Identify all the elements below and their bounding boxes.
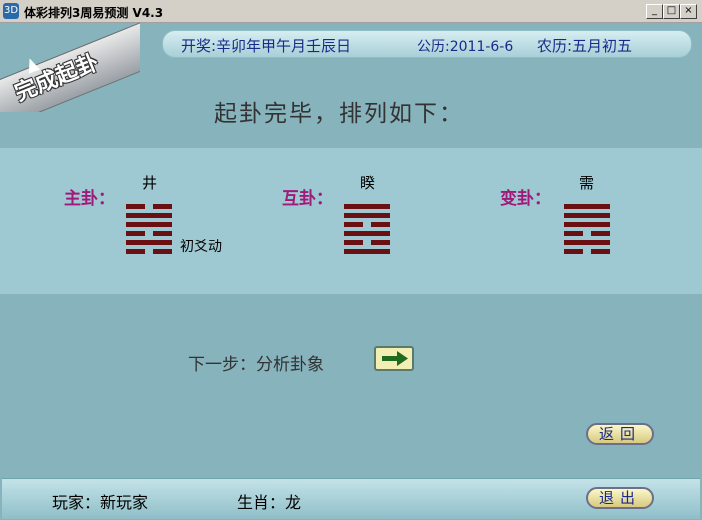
changed-hexagram [564,204,610,254]
hexagram-line [126,213,172,218]
hexagram-line [564,249,610,254]
yin-line-segment [591,231,610,236]
hexagram-line [344,204,390,209]
hexagram-line [564,240,610,245]
yin-line-segment [344,240,363,245]
yang-line-segment [344,213,390,218]
yin-line-segment [564,231,583,236]
analyze-next-button[interactable] [374,346,414,371]
close-button[interactable]: × [680,4,697,19]
hexagram-line [126,204,172,209]
window-title: 体彩排列3周易预测 V4.3 [24,6,164,20]
hexagram-line [564,222,610,227]
yang-line-segment [344,249,390,254]
hexagram-line [126,240,172,245]
next-step-label: 下一步：分析卦象 [188,355,324,375]
app-icon[interactable]: 3D [3,3,19,19]
yin-line-segment [153,249,172,254]
moving-line-note: 初爻动 [180,239,222,255]
exit-button[interactable]: 退出 [586,487,654,509]
hexagram-line [564,204,610,209]
hexagram-line [126,231,172,236]
yin-line-segment [371,222,390,227]
hexagram-line [564,213,610,218]
hexagram-line [564,231,610,236]
lunar-date: 农历:五月初五 [537,37,633,55]
yin-line-segment [153,204,172,209]
yin-line-segment [153,231,172,236]
hexagram-line [344,231,390,236]
yin-line-segment [564,249,583,254]
yang-line-segment [564,222,610,227]
main-gua-name: 井 [142,174,158,192]
yang-line-segment [126,222,172,227]
yang-line-segment [564,240,610,245]
draw-date-ganzhi: 开奖:辛卯年甲午月壬辰日 [181,37,352,55]
draw-info-bar: 开奖:辛卯年甲午月壬辰日 公历:2011-6-6 农历:五月初五 [162,30,692,58]
mutual-gua-name: 睽 [360,174,376,192]
yang-line-segment [564,213,610,218]
yang-line-segment [126,213,172,218]
title-bar: 3D 体彩排列3周易预测 V4.3 _ □ × [0,0,702,23]
gregorian-date: 公历:2011-6-6 [417,39,514,55]
yin-line-segment [126,204,145,209]
yang-line-segment [344,231,390,236]
corner-badge: 完成起卦 [0,22,140,112]
yin-line-segment [344,222,363,227]
back-button[interactable]: 返回 [586,423,654,445]
yang-line-segment [126,240,172,245]
hexagram-line [344,240,390,245]
page-heading: 起卦完毕，排列如下： [214,101,464,127]
yin-line-segment [126,231,145,236]
changed-gua-name: 需 [579,174,595,192]
hexagram-line [344,222,390,227]
yang-line-segment [344,204,390,209]
changed-gua-label: 变卦： [500,189,551,209]
main-gua-label: 主卦： [64,189,115,209]
main-hexagram [126,204,172,254]
app-window: 3D 体彩排列3周易预测 V4.3 _ □ × 完成起卦 开奖:辛卯年甲午月壬辰… [0,0,702,520]
player-name: 玩家：新玩家 [52,493,149,512]
yin-line-segment [126,249,145,254]
minimize-button[interactable]: _ [646,4,663,19]
yin-line-segment [371,240,390,245]
hexagram-line [126,249,172,254]
hexagram-line [344,249,390,254]
maximize-button[interactable]: □ [663,4,680,19]
zodiac-sign: 生肖：龙 [237,493,302,512]
arrow-right-icon [382,351,408,366]
mutual-hexagram [344,204,390,254]
hexagram-line [344,213,390,218]
yang-line-segment [564,204,610,209]
mutual-gua-label: 互卦： [282,189,333,209]
yin-line-segment [591,249,610,254]
hexagram-line [126,222,172,227]
